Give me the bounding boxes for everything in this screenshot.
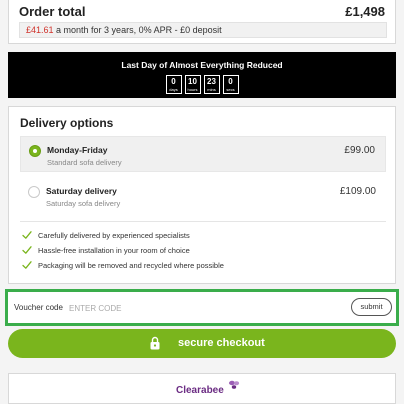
- secure-checkout-label: secure checkout: [178, 337, 265, 349]
- countdown-mins: 23 mins: [203, 75, 220, 94]
- clearabee-partner-card: Clearabee: [8, 373, 396, 404]
- benefit-text: Carefully delivered by experienced speci…: [38, 231, 190, 240]
- delivery-options-card: Delivery options Monday-Friday Standard …: [8, 106, 396, 284]
- delivery-divider: [20, 221, 386, 222]
- check-icon: [22, 261, 32, 269]
- finance-monthly-price: £41.61: [26, 25, 54, 35]
- countdown-mins-unit: mins: [207, 87, 216, 92]
- lock-icon: [150, 336, 160, 350]
- countdown-mins-value: 23: [207, 77, 216, 86]
- bee-icon: [229, 380, 240, 389]
- voucher-code-section: Voucher code submit: [5, 289, 399, 326]
- radio-selected-icon[interactable]: [29, 145, 41, 157]
- clearabee-logo: Clearabee: [176, 385, 224, 396]
- countdown-hours-unit: hours: [187, 87, 198, 92]
- voucher-submit-button[interactable]: submit: [351, 298, 392, 316]
- delivery-option-name: Saturday delivery: [46, 186, 117, 196]
- countdown-hours-value: 10: [188, 77, 197, 86]
- delivery-option-price: £99.00: [344, 145, 375, 156]
- delivery-option-description: Saturday sofa delivery: [46, 199, 121, 208]
- finance-terms: a month for 3 years, 0% APR - £0 deposit: [53, 25, 222, 35]
- order-total-title: Order total: [19, 4, 86, 19]
- countdown-secs: 0 secs: [222, 75, 239, 94]
- delivery-options-title: Delivery options: [20, 116, 114, 130]
- countdown-secs-unit: secs: [226, 87, 235, 92]
- check-icon: [22, 246, 32, 254]
- check-icon: [22, 231, 32, 239]
- countdown-title: Last Day of Almost Everything Reduced: [121, 60, 283, 70]
- voucher-code-input[interactable]: [69, 300, 329, 316]
- countdown-secs-value: 0: [228, 77, 233, 86]
- countdown-days: 0 days: [165, 75, 182, 94]
- benefit-text: Hassle-free installation in your room of…: [38, 246, 190, 255]
- delivery-option-name: Monday-Friday: [47, 145, 108, 155]
- radio-unselected-icon[interactable]: [28, 186, 40, 198]
- delivery-option-monday-friday[interactable]: Monday-Friday Standard sofa delivery £99…: [20, 136, 386, 172]
- delivery-option-saturday[interactable]: Saturday delivery Saturday sofa delivery…: [20, 178, 386, 214]
- secure-checkout-button[interactable]: secure checkout: [8, 329, 396, 358]
- benefit-text: Packaging will be removed and recycled w…: [38, 261, 224, 270]
- delivery-option-description: Standard sofa delivery: [47, 158, 122, 167]
- sale-countdown-banner: Last Day of Almost Everything Reduced 0 …: [8, 52, 396, 98]
- order-total-amount: £1,498: [345, 4, 385, 19]
- countdown-days-unit: days: [169, 87, 178, 92]
- delivery-option-price: £109.00: [339, 186, 376, 197]
- order-total-card: Order total £1,498 £41.61 a month for 3 …: [8, 0, 396, 44]
- voucher-code-label: Voucher code: [14, 303, 63, 312]
- finance-offer: £41.61 a month for 3 years, 0% APR - £0 …: [19, 22, 387, 38]
- countdown-timer: 0 days 10 hours 23 mins 0 secs: [8, 75, 396, 94]
- countdown-hours: 10 hours: [184, 75, 201, 94]
- countdown-days-value: 0: [171, 77, 176, 86]
